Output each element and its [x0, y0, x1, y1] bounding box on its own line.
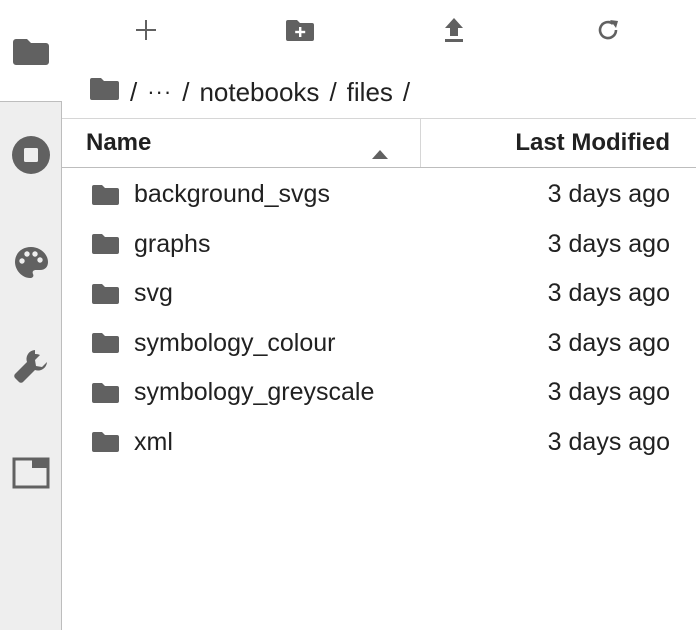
new-folder-icon [286, 18, 314, 47]
folder-icon [13, 37, 49, 65]
file-name: symbology_colour [134, 328, 336, 357]
file-modified: 3 days ago [547, 229, 670, 258]
file-list-item[interactable]: svg 3 days ago [62, 269, 696, 319]
breadcrumb-separator: / [329, 76, 337, 107]
last-modified-column-header[interactable]: Last Modified [421, 119, 696, 167]
file-name: svg [134, 279, 173, 308]
folder-icon [62, 233, 134, 255]
breadcrumb-home[interactable] [90, 77, 120, 108]
breadcrumb-separator: / [402, 76, 411, 107]
tab-extension-manager[interactable] [0, 344, 62, 390]
file-list-item[interactable]: background_svgs 3 days ago [62, 170, 696, 220]
breadcrumb-ellipsis[interactable]: ··· [147, 79, 172, 105]
file-browser-toolbar [62, 0, 696, 64]
plus-icon [135, 19, 157, 46]
breadcrumb-notebooks[interactable]: notebooks [199, 77, 319, 108]
file-browser-panel: / ··· / notebooks / files / Name Last Mo… [62, 0, 696, 630]
upload-icon [443, 17, 465, 48]
folder-icon [62, 184, 134, 206]
tab-open-tabs[interactable] [0, 450, 62, 496]
tab-window-icon [12, 457, 50, 489]
folder-icon [62, 431, 134, 453]
breadcrumb-separator: / [182, 76, 190, 107]
new-folder-button[interactable] [280, 14, 320, 50]
new-launcher-button[interactable] [126, 14, 166, 50]
sort-ascending-icon [372, 138, 388, 166]
stop-circle-icon [11, 135, 51, 175]
file-modified: 3 days ago [547, 328, 670, 357]
breadcrumb-separator: / [130, 76, 138, 107]
upload-button[interactable] [434, 14, 474, 50]
file-list-header: Name Last Modified [62, 118, 696, 168]
name-column-header[interactable]: Name [62, 119, 421, 167]
wrench-icon [11, 347, 51, 387]
refresh-icon [596, 18, 620, 47]
folder-icon [62, 332, 134, 354]
file-modified: 3 days ago [547, 279, 670, 308]
file-list-item[interactable]: graphs 3 days ago [62, 220, 696, 270]
file-name: background_svgs [134, 180, 330, 209]
name-header-label: Name [86, 129, 152, 156]
palette-icon [13, 245, 49, 281]
modified-header-label: Last Modified [515, 129, 670, 156]
file-list-item[interactable]: symbology_colour 3 days ago [62, 319, 696, 369]
file-name: symbology_greyscale [134, 378, 375, 407]
refresh-button[interactable] [588, 14, 628, 50]
folder-icon [90, 77, 120, 108]
breadcrumb: / ··· / notebooks / files / [90, 70, 420, 114]
tab-running-sessions[interactable] [0, 132, 62, 178]
file-modified: 3 days ago [547, 427, 670, 456]
activity-bar [0, 0, 62, 630]
folder-icon [62, 382, 134, 404]
tab-property-inspector[interactable] [0, 240, 62, 286]
file-list-item[interactable]: xml 3 days ago [62, 418, 696, 468]
file-name: xml [134, 427, 173, 456]
file-name: graphs [134, 229, 211, 258]
file-list: background_svgs 3 days ago graphs 3 days ag… [62, 170, 696, 467]
breadcrumb-files[interactable]: files [347, 77, 393, 108]
file-modified: 3 days ago [547, 180, 670, 209]
file-modified: 3 days ago [547, 378, 670, 407]
file-list-item[interactable]: symbology_greyscale 3 days ago [62, 368, 696, 418]
folder-icon [62, 283, 134, 305]
tab-file-browser[interactable] [0, 0, 62, 102]
